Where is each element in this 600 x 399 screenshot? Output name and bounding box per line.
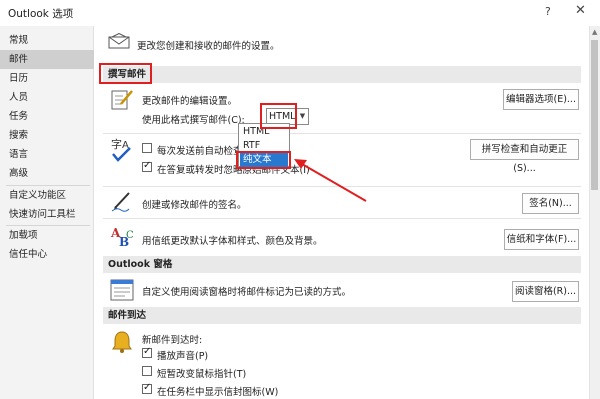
spellcheck-checkbox[interactable] — [142, 143, 152, 153]
annotation-arrow — [294, 159, 367, 202]
arrival-lead-text: 新邮件到达时: — [142, 335, 203, 346]
chevron-down-icon[interactable]: ▼ — [296, 109, 308, 124]
sidebar-item-addins[interactable]: 加载项 — [0, 226, 94, 245]
bell-icon — [112, 331, 132, 353]
editor-options-button[interactable]: 编辑器选项(E)... — [503, 89, 579, 110]
scrollbar-thumb[interactable] — [591, 40, 598, 190]
reading-pane-button[interactable]: 阅读窗格(R)... — [512, 281, 579, 302]
spelling-check-icon: 字 A — [111, 137, 131, 162]
svg-text:字: 字 — [111, 137, 122, 151]
scroll-up-arrow-icon[interactable]: ▲ — [592, 28, 597, 36]
sidebar-item-mail[interactable]: 邮件 — [0, 50, 94, 69]
svg-text:C: C — [126, 230, 134, 241]
annotation-box-compose-header — [99, 63, 152, 84]
signature-pen-icon — [111, 192, 130, 212]
play-sound-label: 播放声音(P) — [157, 351, 209, 362]
change-pointer-label: 短暂改变鼠标指针(T) — [157, 369, 247, 380]
close-icon[interactable]: ✕ — [575, 3, 586, 18]
compose-format-label: 使用此格式撰写邮件(C): — [142, 115, 245, 126]
sidebar-item-quick-access-toolbar[interactable]: 快速访问工具栏 — [0, 205, 94, 224]
stationery-fonts-icon: A B C — [110, 226, 134, 249]
window-title: Outlook 选项 — [8, 8, 74, 20]
section-header-reading-pane: Outlook 窗格 — [103, 256, 581, 273]
edit-document-icon — [111, 90, 133, 110]
title-bar: Outlook 选项 ? ✕ — [0, 0, 600, 26]
stationery-text: 用信纸更改默认字体和样式、颜色及背景。 — [142, 236, 323, 247]
section-header-message-arrival: 邮件到达 — [103, 307, 581, 324]
sidebar-item-search[interactable]: 搜索 — [0, 126, 94, 145]
help-icon[interactable]: ? — [545, 5, 551, 18]
section-divider — [103, 218, 581, 219]
edit-settings-text: 更改邮件的编辑设置。 — [142, 96, 238, 107]
annotation-box-plain-text — [236, 151, 291, 169]
envelope-icon — [108, 33, 130, 49]
taskbar-envelope-checkbox[interactable] — [142, 382, 152, 394]
reading-pane-text: 自定义使用阅读窗格时将邮件标记为已读的方式。 — [142, 287, 352, 298]
sidebar-item-tasks[interactable]: 任务 — [0, 107, 94, 126]
sidebar-item-customize-ribbon[interactable]: 自定义功能区 — [0, 186, 94, 205]
signatures-button[interactable]: 签名(N)... — [522, 193, 579, 214]
sidebar-item-advanced[interactable]: 高级 — [0, 164, 94, 183]
sidebar-item-calendar[interactable]: 日历 — [0, 69, 94, 88]
sidebar-item-trust-center[interactable]: 信任中心 — [0, 245, 94, 264]
sidebar-item-language[interactable]: 语言 — [0, 145, 94, 164]
taskbar-envelope-label: 在任务栏中显示信封图标(W) — [157, 387, 279, 398]
ignore-original-checkbox[interactable] — [142, 160, 152, 172]
change-pointer-checkbox[interactable] — [142, 366, 152, 376]
sidebar-item-people[interactable]: 人员 — [0, 88, 94, 107]
play-sound-checkbox[interactable] — [142, 346, 152, 358]
stationery-fonts-button[interactable]: 信纸和字体(F)... — [504, 229, 579, 250]
section-header-compose: 撰写邮件 — [103, 66, 581, 83]
intro-text: 更改您创建和接收的邮件的设置。 — [137, 41, 280, 52]
sidebar-item-general[interactable]: 常规 — [0, 31, 94, 50]
section-divider — [103, 133, 581, 134]
annotation-box-dropdown-arrow — [260, 103, 297, 129]
signature-text: 创建或修改邮件的签名。 — [142, 200, 247, 211]
reading-pane-icon — [110, 279, 134, 301]
spelling-autocorrect-button[interactable]: 拼写检查和自动更正(S)... — [470, 139, 579, 174]
